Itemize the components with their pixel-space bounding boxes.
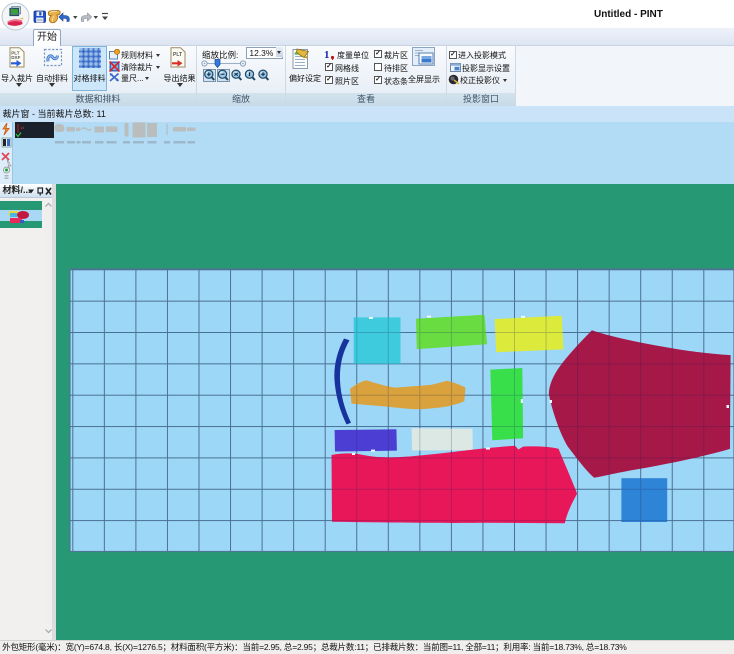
svg-text:14: 14 xyxy=(20,125,25,130)
svg-text:1: 1 xyxy=(324,49,330,60)
